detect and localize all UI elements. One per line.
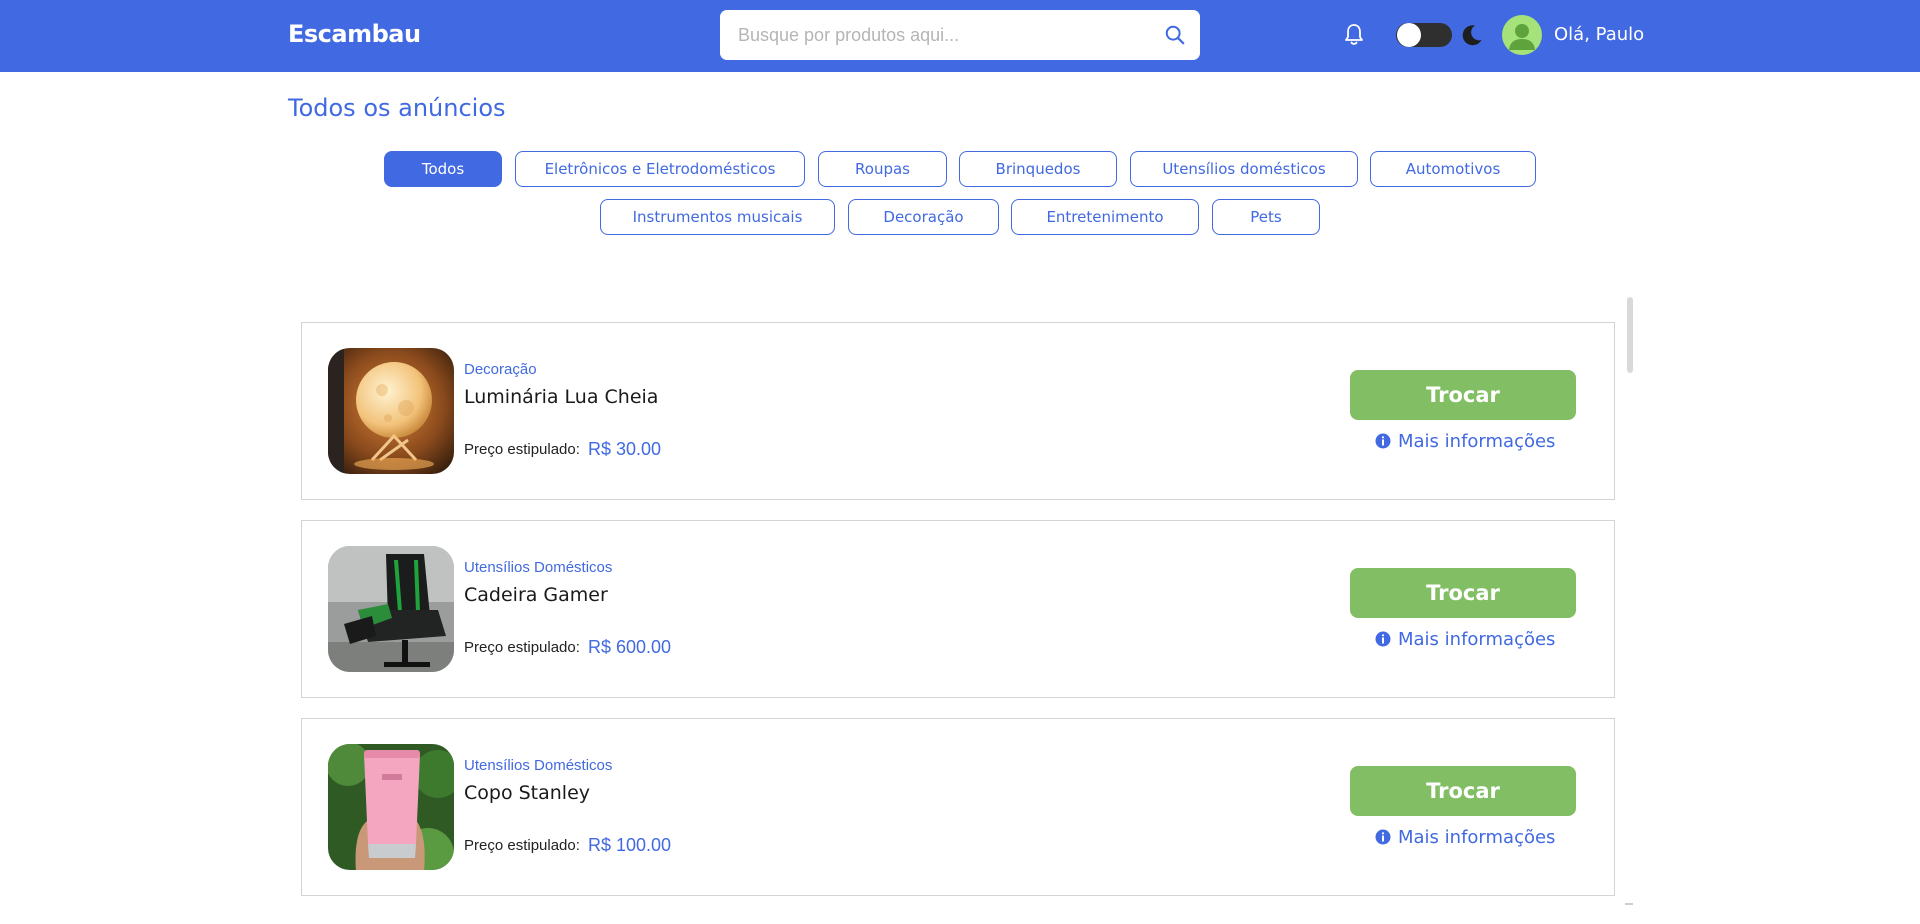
product-image[interactable] [328, 546, 454, 672]
category-chip-pets[interactable]: Pets [1212, 199, 1320, 235]
trade-button[interactable]: Trocar [1350, 370, 1576, 420]
product-image[interactable] [328, 348, 454, 474]
product-image[interactable] [328, 744, 454, 870]
info-icon [1375, 829, 1391, 845]
listing-card: Utensílios Domésticos Copo Stanley Preço… [301, 718, 1615, 896]
search-icon[interactable] [1164, 24, 1186, 46]
more-info-label: Mais informações [1398, 628, 1556, 650]
page-title: Todos os anúncios [288, 94, 506, 122]
info-icon [1375, 631, 1391, 647]
listing-title[interactable]: Cadeira Gamer [464, 584, 608, 606]
listing-category: Decoração [464, 361, 537, 378]
category-chip-brinquedos[interactable]: Brinquedos [959, 151, 1117, 187]
price-label: Preço estipulado: [464, 639, 580, 656]
listing-title[interactable]: Copo Stanley [464, 782, 590, 804]
bell-icon[interactable] [1342, 22, 1366, 48]
more-info-link[interactable]: Mais informações [1375, 825, 1555, 849]
listings-scrollbar[interactable] [1627, 297, 1633, 373]
more-info-link[interactable]: Mais informações [1375, 627, 1555, 651]
more-info-label: Mais informações [1398, 826, 1556, 848]
listing-title[interactable]: Luminária Lua Cheia [464, 386, 658, 408]
category-chip-roupas[interactable]: Roupas [818, 151, 947, 187]
trade-button[interactable]: Trocar [1350, 766, 1576, 816]
price-label: Preço estipulado: [464, 441, 580, 458]
top-navbar: Escambau Olá, Paulo [0, 0, 1920, 72]
listing-price: R$ 600.00 [588, 637, 672, 657]
moon-icon [1462, 25, 1482, 46]
category-chip-entretenimento[interactable]: Entretenimento [1011, 199, 1199, 235]
search-input[interactable] [720, 10, 1140, 60]
category-chip-automotivos[interactable]: Automotivos [1370, 151, 1536, 187]
listing-category: Utensílios Domésticos [464, 757, 613, 774]
dark-mode-toggle[interactable] [1396, 23, 1452, 47]
trade-button[interactable]: Trocar [1350, 568, 1576, 618]
listing-price: R$ 30.00 [588, 439, 662, 459]
user-avatar[interactable] [1502, 15, 1542, 55]
listing-price: R$ 100.00 [588, 835, 672, 855]
category-chip-todos[interactable]: Todos [384, 151, 502, 187]
user-avatar-icon [1509, 24, 1535, 50]
brand-logo[interactable]: Escambau [288, 20, 421, 48]
toggle-knob [1397, 23, 1421, 47]
category-chip-instrumentos[interactable]: Instrumentos musicais [600, 199, 835, 235]
user-greeting[interactable]: Olá, Paulo [1554, 24, 1644, 45]
listing-card: Decoração Luminária Lua Cheia Preço esti… [301, 322, 1615, 500]
category-chip-utensilios[interactable]: Utensílios domésticos [1130, 151, 1358, 187]
listing-card: Utensílios Domésticos Cadeira Gamer Preç… [301, 520, 1615, 698]
listing-category: Utensílios Domésticos [464, 559, 613, 576]
category-chip-eletronicos[interactable]: Eletrônicos e Eletrodomésticos [515, 151, 805, 187]
info-icon [1375, 433, 1391, 449]
price-label: Preço estipulado: [464, 837, 580, 854]
more-info-link[interactable]: Mais informações [1375, 429, 1555, 453]
category-chip-decoracao[interactable]: Decoração [848, 199, 999, 235]
scroll-indicator [1625, 903, 1633, 905]
more-info-label: Mais informações [1398, 430, 1556, 452]
search-bar [720, 10, 1200, 60]
